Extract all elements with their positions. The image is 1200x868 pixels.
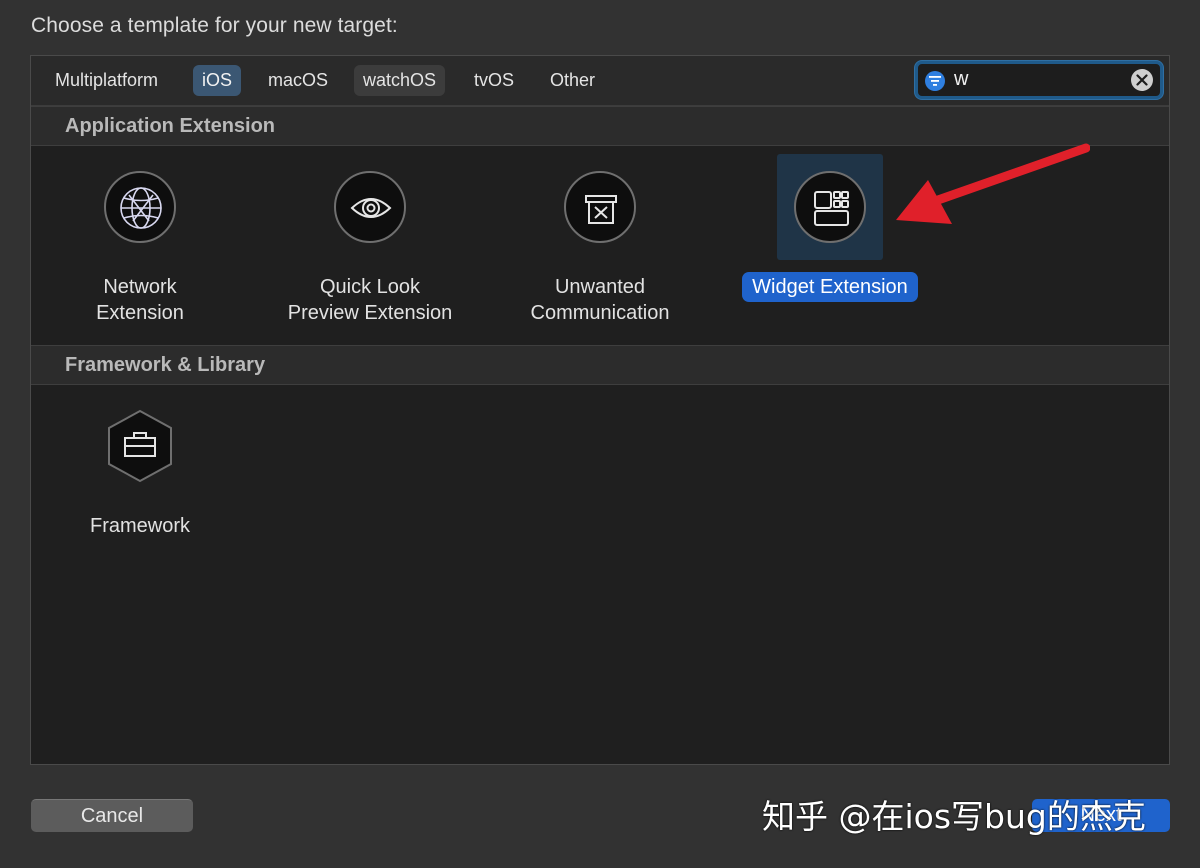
template-label-selected: Widget Extension — [742, 272, 918, 302]
tab-multiplatform[interactable]: Multiplatform — [46, 65, 167, 96]
template-label: Unwanted Communication — [530, 276, 670, 324]
tab-macos[interactable]: macOS — [259, 65, 337, 96]
search-field[interactable]: w — [915, 61, 1163, 99]
eye-icon — [334, 171, 406, 243]
globe-network-icon — [104, 171, 176, 243]
filter-icon[interactable] — [925, 71, 945, 91]
tab-other[interactable]: Other — [541, 65, 604, 96]
watermark-text: 知乎 @在ios写bug的杰克 — [762, 797, 1146, 836]
tab-ios[interactable]: iOS — [193, 65, 242, 96]
tab-watchos[interactable]: watchOS — [354, 65, 446, 96]
trash-box-icon — [564, 171, 636, 243]
widget-grid-icon — [794, 171, 866, 243]
toolbox-icon — [108, 409, 172, 483]
search-input[interactable]: w — [954, 68, 968, 91]
template-unwanted-communication[interactable]: Unwanted Communication — [485, 154, 715, 328]
template-label: Quick Look Preview Extension — [287, 276, 453, 324]
template-framework[interactable]: Framework — [25, 393, 255, 541]
section-header-framework-library: Framework & Library — [31, 345, 1169, 385]
dialog-title: Choose a template for your new target: — [31, 14, 398, 37]
template-network-extension[interactable]: Network Extension — [25, 154, 255, 328]
template-label: Network Extension — [96, 276, 184, 324]
template-quick-look-preview-extension[interactable]: Quick Look Preview Extension — [255, 154, 485, 328]
cancel-button[interactable]: Cancel — [31, 799, 193, 832]
clear-icon[interactable] — [1131, 69, 1153, 91]
annotation-arrow-icon — [896, 143, 1090, 224]
template-label: Framework — [89, 515, 190, 537]
tab-tvos[interactable]: tvOS — [465, 65, 523, 96]
platform-tab-bar: Multiplatform iOS macOS watchOS tvOS Oth… — [31, 56, 1169, 106]
